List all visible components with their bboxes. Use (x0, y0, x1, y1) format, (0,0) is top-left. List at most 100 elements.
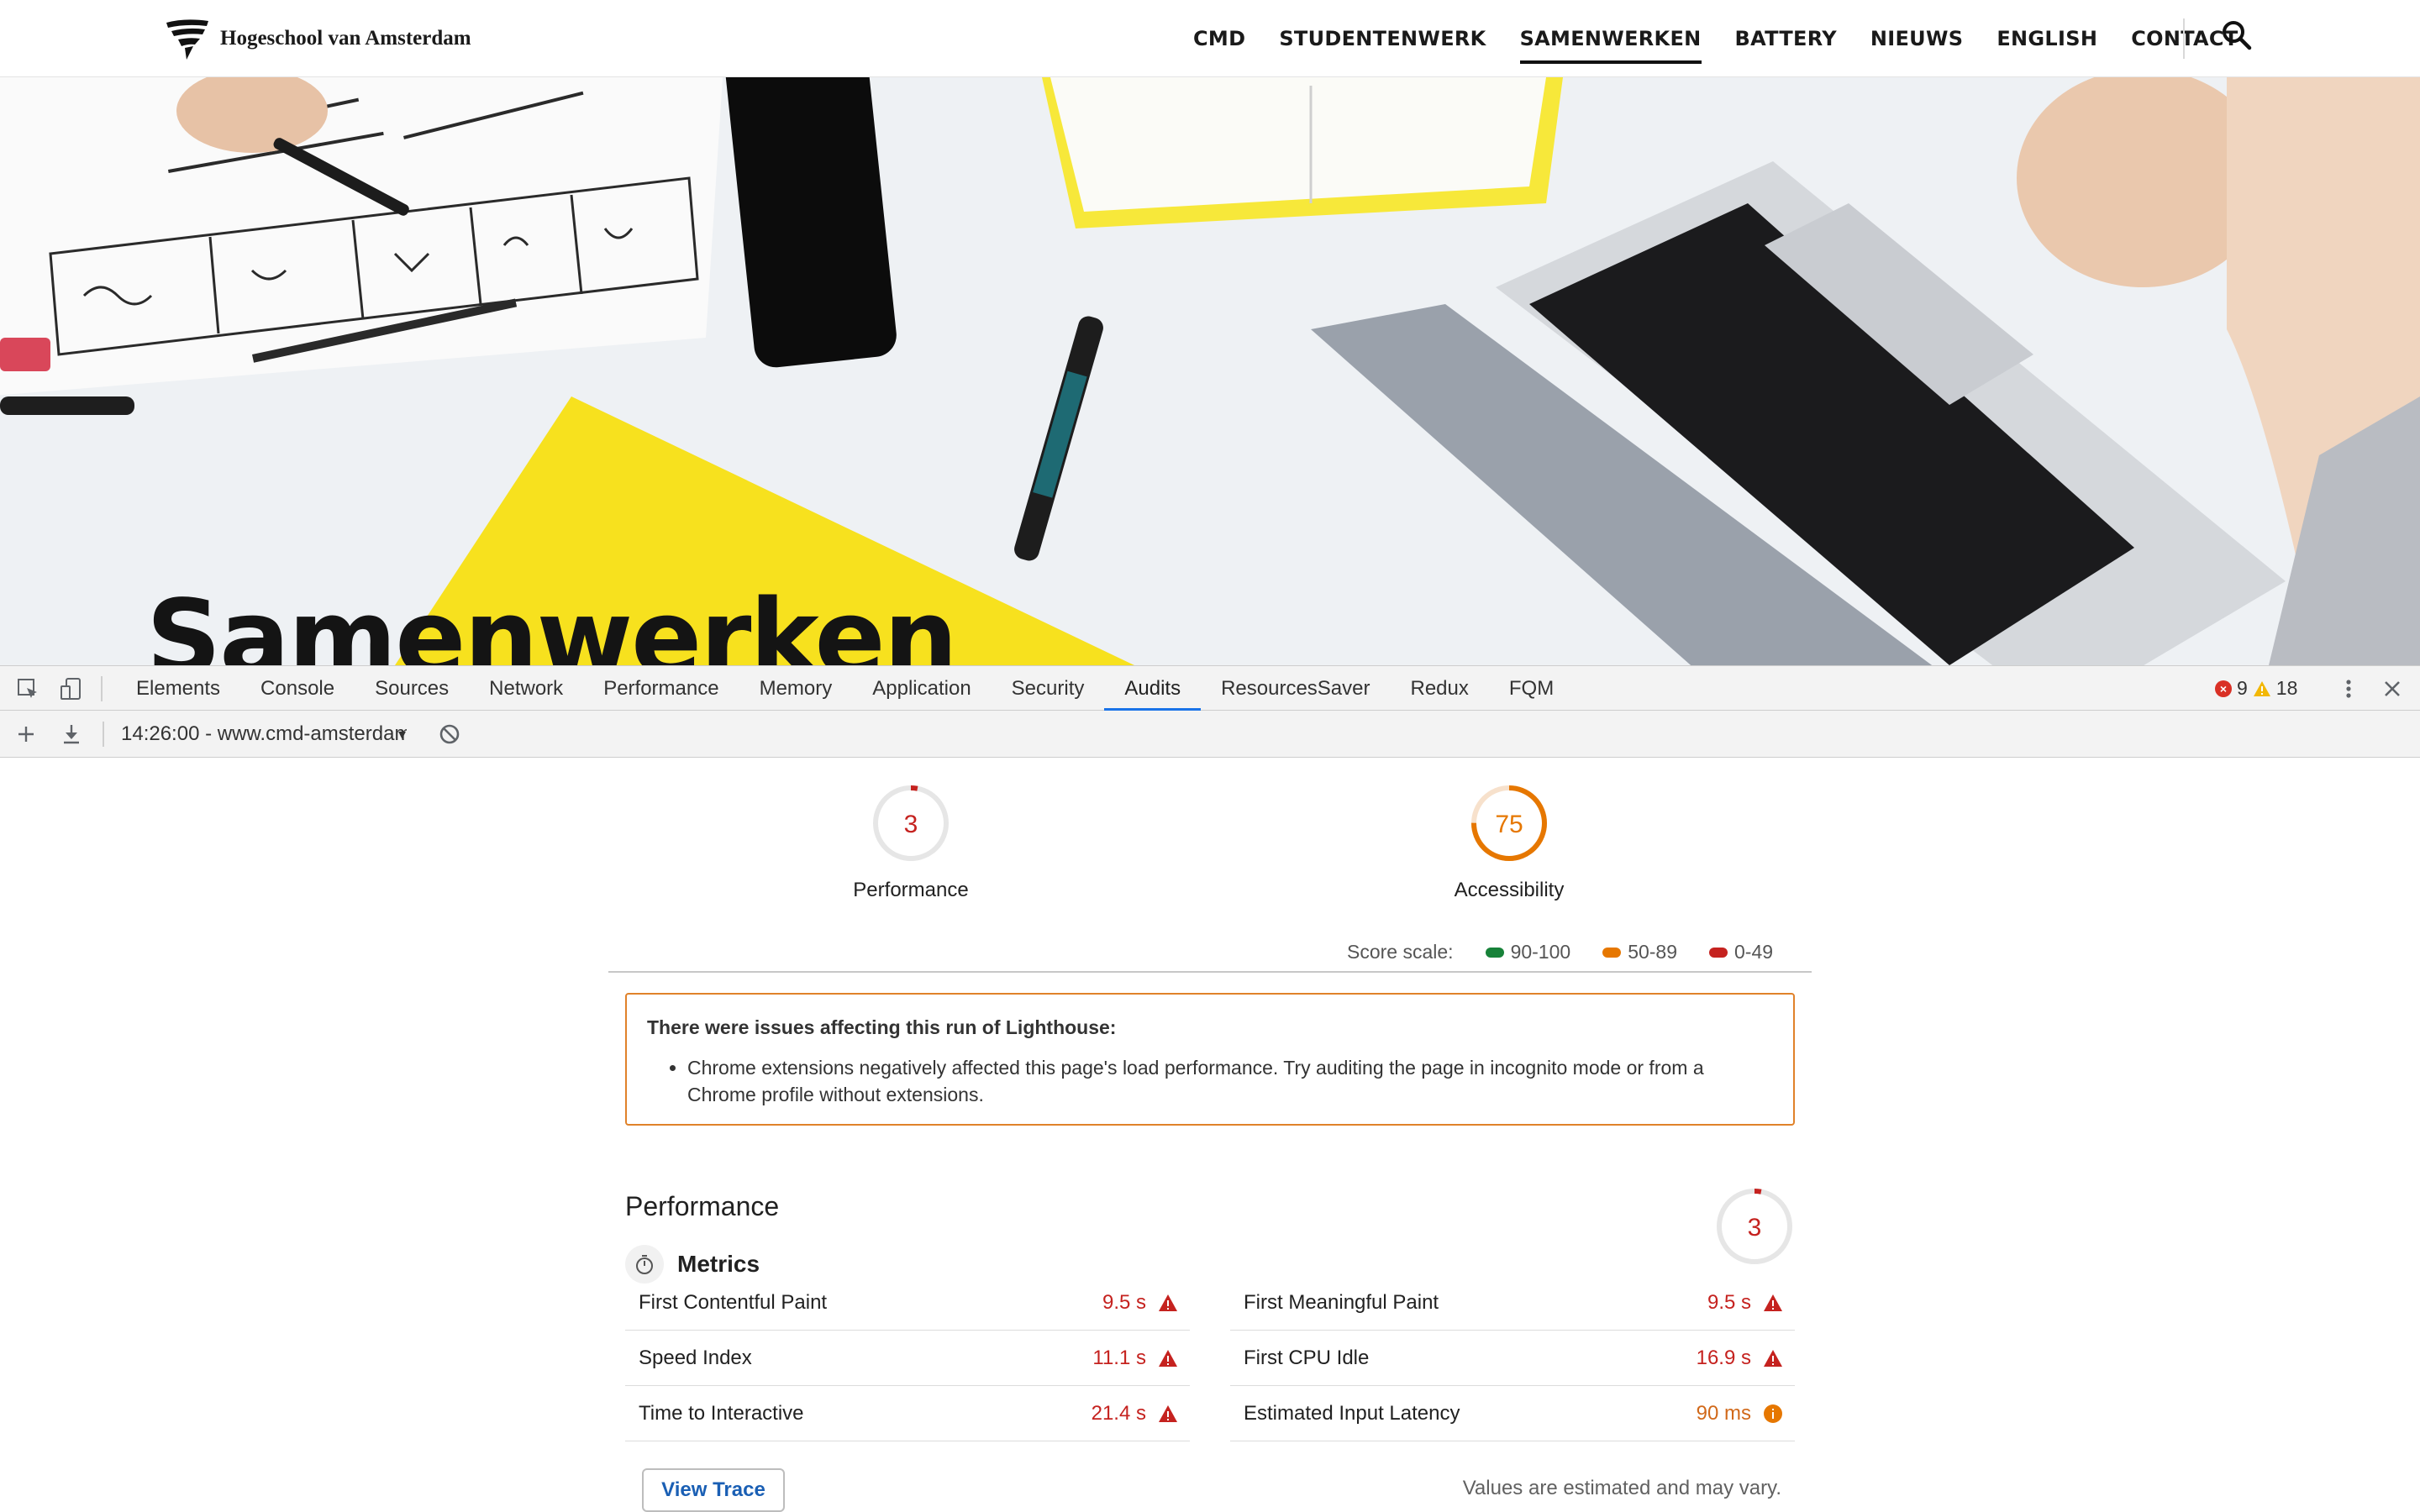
device-toolbar-icon[interactable] (59, 676, 84, 701)
scale-pass-swatch (1485, 947, 1504, 958)
tab-application[interactable]: Application (852, 666, 991, 711)
performance-section-gauge-ring: 3 (1717, 1189, 1792, 1264)
metric-time-to-interactive: Time to Interactive 21.4 s (625, 1386, 1190, 1441)
page-title: Samenwerken (146, 578, 958, 665)
tab-resourcessaver[interactable]: ResourcesSaver (1201, 666, 1390, 711)
view-trace-button[interactable]: View Trace (642, 1468, 785, 1512)
info-circle-icon (1764, 1404, 1782, 1423)
divider (608, 971, 1812, 973)
download-icon[interactable] (59, 722, 84, 747)
run-warnings-title: There were issues affecting this run of … (647, 1016, 1117, 1038)
scale-average-range: 50-89 (1628, 941, 1678, 963)
metric-value: 9.5 s (1102, 1290, 1146, 1314)
main-nav: CMD STUDENTENWERK SAMENWERKEN BATTERY NI… (1193, 0, 2272, 77)
tab-redux[interactable]: Redux (1391, 666, 1489, 711)
logo-text: Hogeschool van Amsterdam (220, 27, 471, 50)
fail-triangle-icon (1159, 1404, 1177, 1422)
score-scale-label: Score scale: (1347, 941, 1454, 963)
error-icon: × (2215, 680, 2232, 697)
accessibility-label: Accessibility (1454, 879, 1565, 901)
more-options-icon[interactable] (2336, 676, 2361, 701)
tab-network[interactable]: Network (469, 666, 583, 711)
performance-section-score: 3 (1748, 1214, 1762, 1242)
metric-first-cpu-idle: First CPU Idle 16.9 s (1230, 1331, 1795, 1386)
tab-performance[interactable]: Performance (583, 666, 739, 711)
tab-console[interactable]: Console (240, 666, 355, 711)
performance-section-title: Performance (625, 1191, 780, 1221)
metric-first-contentful-paint: First Contentful Paint 9.5 s (625, 1275, 1190, 1331)
metric-first-meaningful-paint: First Meaningful Paint 9.5 s (1230, 1275, 1795, 1331)
hero-photo (0, 77, 2420, 665)
performance-section-gauge: 3 (1714, 1186, 1795, 1271)
metric-value: 90 ms (1696, 1401, 1751, 1425)
console-counts[interactable]: × 9 18 (2215, 666, 2297, 711)
metric-estimated-input-latency: Estimated Input Latency 90 ms (1230, 1386, 1795, 1441)
devtools-tabs: Elements Console Sources Network Perform… (116, 666, 1574, 711)
tab-audits[interactable]: Audits (1104, 666, 1201, 711)
tab-memory[interactable]: Memory (739, 666, 853, 711)
scale-fail-range: 0-49 (1734, 941, 1774, 963)
nav-item-nieuws[interactable]: NIEUWS (1870, 0, 1963, 77)
error-count: 9 (2237, 677, 2248, 699)
devtools-panel: Elements Console Sources Network Perform… (0, 665, 2420, 1512)
metric-title: First Contentful Paint (639, 1290, 828, 1314)
nav-item-english[interactable]: ENGLISH (1996, 0, 2097, 77)
toolbar-separator (103, 722, 104, 747)
metric-title: Time to Interactive (639, 1401, 804, 1425)
warning-icon (2253, 680, 2270, 696)
metric-value: 21.4 s (1091, 1401, 1146, 1425)
metric-value: 11.1 s (1092, 1346, 1146, 1369)
performance-score: 3 (904, 811, 918, 838)
metric-title: Speed Index (639, 1346, 752, 1369)
tab-security[interactable]: Security (992, 666, 1105, 711)
fail-triangle-icon (1159, 1349, 1177, 1367)
metric-title: Estimated Input Latency (1244, 1401, 1460, 1425)
site-header: Hogeschool van Amsterdam CMD STUDENTENWE… (0, 0, 2420, 77)
performance-gauge-ring: 3 (873, 785, 949, 861)
devtools-tabbar: Elements Console Sources Network Perform… (0, 665, 2420, 711)
metric-title: First Meaningful Paint (1244, 1290, 1439, 1314)
nav-item-cmd[interactable]: CMD (1193, 0, 1245, 77)
tab-elements[interactable]: Elements (116, 666, 240, 711)
fail-triangle-icon (1159, 1294, 1177, 1311)
tab-fqm[interactable]: FQM (1489, 666, 1574, 711)
hva-logo-icon (166, 19, 208, 60)
metrics-title: Metrics (677, 1251, 760, 1277)
accessibility-gauge-ring: 75 (1471, 785, 1547, 861)
clear-icon[interactable] (437, 722, 462, 747)
run-warning-item: Chrome extensions negatively affected th… (687, 1054, 1773, 1108)
performance-gauge[interactable]: 3 Performance (802, 783, 1020, 902)
metric-title: First CPU Idle (1244, 1346, 1370, 1369)
chevron-down-icon[interactable]: ▾ (398, 711, 406, 758)
nav-item-studentenwerk[interactable]: STUDENTENWERK (1279, 0, 1486, 77)
lighthouse-report: 3 Performance 75 Accessibility Score sca… (0, 758, 2420, 1512)
metric-speed-index: Speed Index 11.1 s (625, 1331, 1190, 1386)
score-scale: Score scale: 90-100 50-89 0-49 (1347, 941, 1773, 963)
metric-value: 16.9 s (1696, 1346, 1751, 1369)
metric-value: 9.5 s (1707, 1290, 1751, 1314)
close-icon[interactable] (2380, 676, 2405, 701)
hero-banner: Samenwerken (0, 77, 2420, 665)
run-warnings-box: There were issues affecting this run of … (625, 993, 1795, 1126)
scale-fail-swatch (1709, 947, 1728, 958)
report-selector[interactable]: 14:26:00 - www.cmd-amsterdam.nl (121, 711, 407, 758)
inspect-element-icon[interactable] (15, 676, 40, 701)
site-logo[interactable]: Hogeschool van Amsterdam (165, 15, 471, 62)
accessibility-score: 75 (1495, 811, 1523, 838)
nav-item-samenwerken[interactable]: SAMENWERKEN (1519, 0, 1702, 77)
tab-sources[interactable]: Sources (355, 666, 469, 711)
run-warnings-list: Chrome extensions negatively affected th… (687, 1054, 1773, 1108)
estimated-note: Values are estimated and may vary. (1462, 1477, 1781, 1499)
warning-count: 18 (2275, 677, 2298, 699)
plus-icon[interactable] (13, 722, 39, 747)
nav-divider (2183, 18, 2185, 59)
nav-item-battery[interactable]: BATTERY (1735, 0, 1837, 77)
fail-triangle-icon (1764, 1349, 1782, 1367)
browser-page: Hogeschool van Amsterdam CMD STUDENTENWE… (0, 0, 2420, 1512)
fail-triangle-icon (1764, 1294, 1782, 1311)
accessibility-gauge[interactable]: 75 Accessibility (1400, 783, 1618, 902)
search-icon[interactable] (2220, 18, 2254, 52)
toolbar-separator (101, 676, 103, 701)
performance-label: Performance (853, 879, 969, 901)
audits-toolbar: 14:26:00 - www.cmd-amsterdam.nl ▾ (0, 711, 2420, 758)
